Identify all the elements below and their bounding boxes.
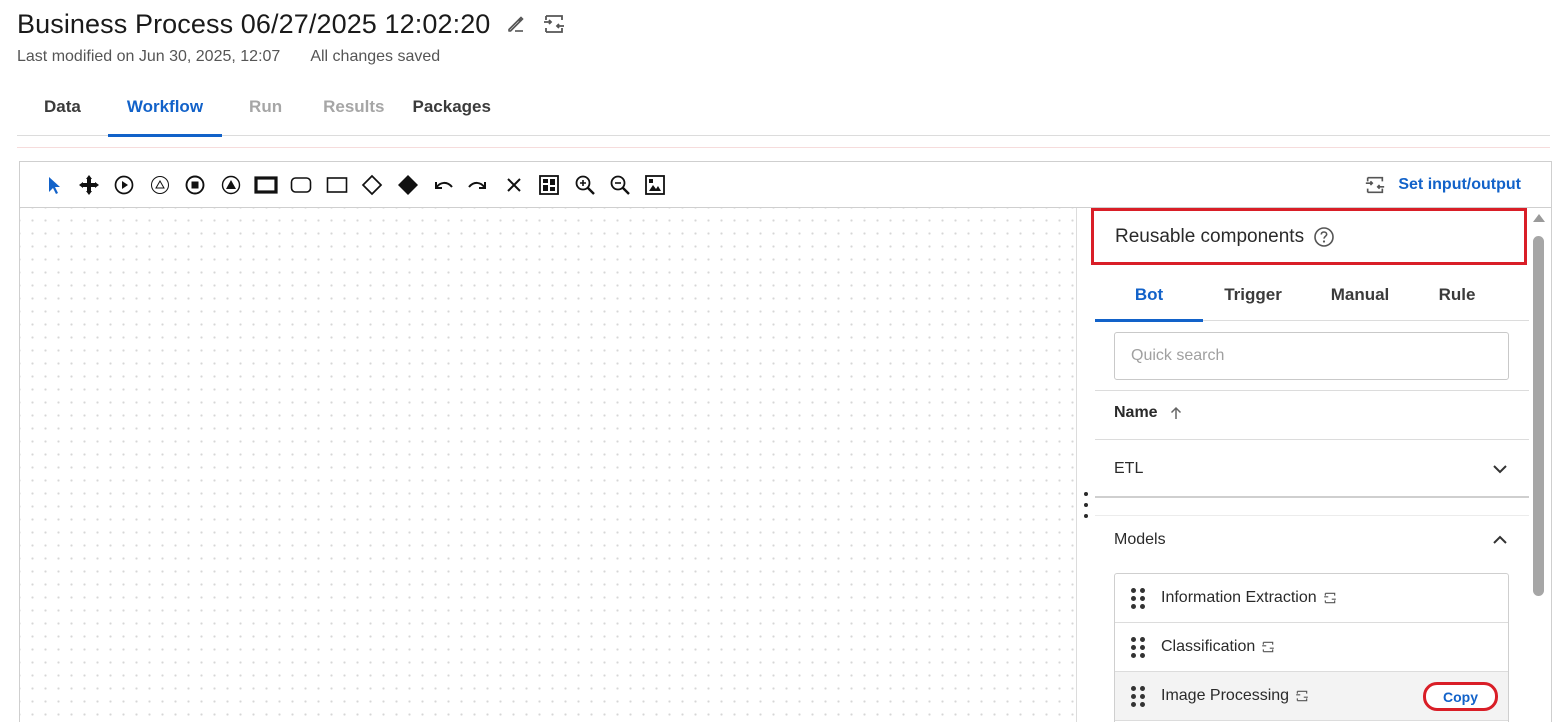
drag-handle-icon[interactable] [1131,587,1145,609]
main-tabs: Data Workflow Run Results Packages [17,78,1550,137]
input-output-icon [1366,176,1385,194]
separator [1095,390,1529,391]
separator [1095,439,1529,440]
list-item[interactable]: Image Processing Copy [1115,672,1508,721]
task-icon[interactable] [319,170,354,200]
separator [1095,496,1529,498]
list-item-label: Image Processing [1161,687,1290,704]
redo-icon[interactable] [461,170,496,200]
separator [1095,515,1529,516]
set-input-output-label: Set input/output [1398,176,1521,193]
input-output-icon [1295,689,1309,703]
list-item-label: Information Extraction [1161,589,1317,606]
scrollbar-thumb[interactable] [1533,236,1544,596]
tab-packages[interactable]: Packages [399,78,505,136]
chevron-up-icon [1493,535,1507,544]
help-icon[interactable] [1313,226,1335,248]
workflow-editor: Set input/output Reusable components Bot… [19,161,1552,722]
drag-handle-icon[interactable] [1131,636,1145,658]
group-etl-label: ETL [1114,460,1144,477]
delete-icon[interactable] [496,170,531,200]
quick-search-input[interactable] [1114,332,1509,380]
reusable-components-panel: Reusable components Bot Trigger Manual R… [1091,208,1529,722]
last-modified-text: Last modified on Jun 30, 2025, 12:07 [17,48,281,65]
zoom-out-icon[interactable] [602,170,637,200]
arrow-up-icon [1170,406,1181,419]
tab-rule[interactable]: Rule [1417,268,1497,321]
gateway-icon[interactable] [355,170,390,200]
panel-scrollbar[interactable] [1530,208,1546,722]
filled-gateway-icon[interactable] [390,170,425,200]
page-title: Business Process 06/27/2025 12:02:20 [17,8,491,39]
tab-workflow[interactable]: Workflow [107,78,223,137]
pencil-icon[interactable] [504,12,528,36]
tab-run[interactable]: Run [222,78,309,136]
tab-manual[interactable]: Manual [1303,268,1417,321]
save-status-text: All changes saved [310,48,441,65]
zoom-in-icon[interactable] [567,170,602,200]
scroll-up-icon[interactable] [1533,214,1545,222]
copy-button[interactable]: Copy [1423,682,1498,711]
workflow-canvas[interactable] [20,208,1076,722]
tab-bot[interactable]: Bot [1095,268,1203,322]
input-output-icon [1323,591,1337,605]
undo-icon[interactable] [425,170,460,200]
panel-divider [1076,208,1077,722]
input-output-icon [1261,640,1275,654]
drag-handle-icon[interactable] [1131,685,1145,707]
bold-task-icon[interactable] [248,170,283,200]
image-export-icon[interactable] [638,170,673,200]
fit-layout-icon[interactable] [531,170,566,200]
name-column-header[interactable]: Name [1114,404,1183,422]
pointer-icon[interactable] [36,170,71,200]
chevron-down-icon [1493,465,1507,474]
input-output-icon[interactable] [542,12,566,36]
escalation-event-icon[interactable] [213,170,248,200]
reusable-components-header: Reusable components [1091,208,1527,265]
tab-results[interactable]: Results [309,78,398,136]
editor-toolbar: Set input/output [20,162,1551,208]
tab-data[interactable]: Data [17,78,108,136]
group-etl[interactable]: ETL [1114,457,1509,481]
pan-icon[interactable] [71,170,106,200]
models-list: Information Extraction Classification Im… [1114,573,1509,722]
page-header: Business Process 06/27/2025 12:02:20 Las… [17,6,1564,66]
timer-event-icon[interactable] [142,170,177,200]
divider [17,147,1550,148]
set-input-output-button[interactable]: Set input/output [1364,174,1521,196]
list-item-label: Classification [1161,638,1256,655]
panel-resize-handle[interactable] [1082,492,1090,518]
tab-trigger[interactable]: Trigger [1203,268,1303,321]
panel-title: Reusable components [1115,225,1305,247]
rounded-task-icon[interactable] [284,170,319,200]
name-column-label: Name [1114,404,1158,421]
group-models[interactable]: Models [1114,528,1509,552]
component-type-tabs: Bot Trigger Manual Rule [1095,268,1529,322]
list-item[interactable]: Information Extraction [1115,574,1508,623]
group-models-label: Models [1114,531,1166,548]
list-item[interactable]: Classification [1115,623,1508,672]
start-event-icon[interactable] [107,170,142,200]
end-event-icon[interactable] [178,170,213,200]
